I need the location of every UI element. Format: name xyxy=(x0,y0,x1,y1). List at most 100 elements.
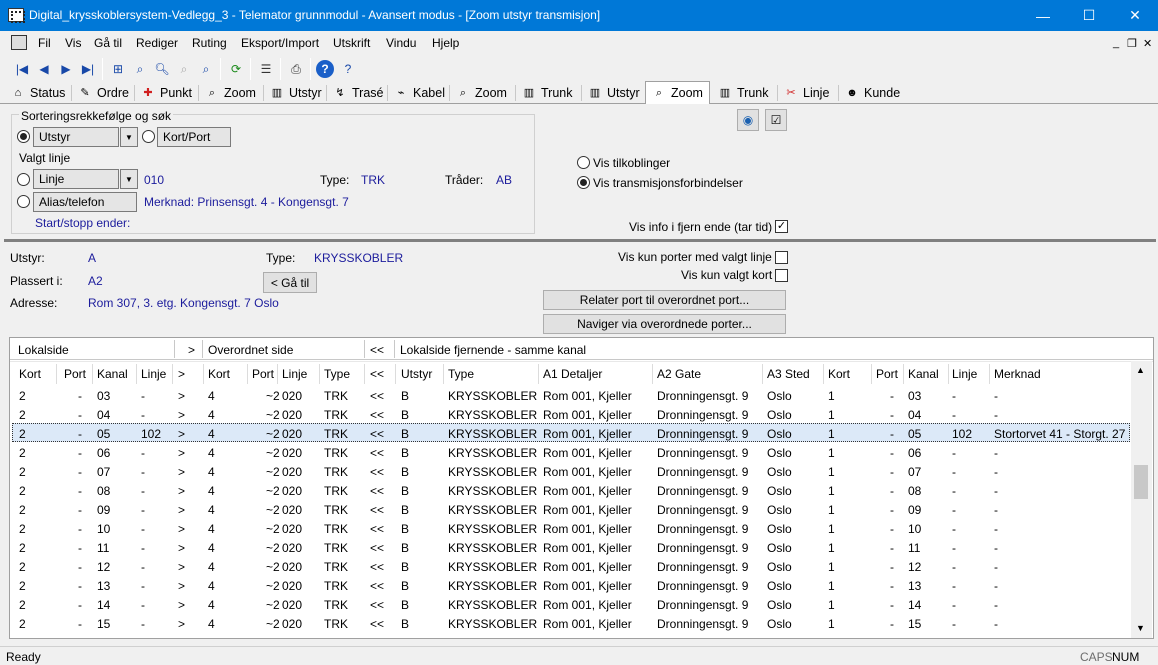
column-divider[interactable] xyxy=(823,364,824,384)
column-divider[interactable] xyxy=(172,364,173,384)
scroll-down-icon[interactable]: ▼ xyxy=(1136,623,1145,633)
column-header-a1-detaljer[interactable]: A1 Detaljer xyxy=(543,367,602,381)
goto-button[interactable]: < Gå til xyxy=(263,272,317,293)
column-divider[interactable] xyxy=(364,364,365,384)
column-divider[interactable] xyxy=(989,364,990,384)
radio-vis-transmisjon[interactable] xyxy=(577,176,590,189)
mdi-restore-button[interactable]: ❐ xyxy=(1127,37,1137,50)
column-header-ov-port[interactable]: Port xyxy=(252,367,274,381)
column-divider[interactable] xyxy=(948,364,949,384)
radio-utstyr[interactable] xyxy=(17,130,30,143)
close-button[interactable]: ✕ xyxy=(1112,0,1158,31)
column-divider[interactable] xyxy=(319,364,320,384)
column-header-arrow[interactable]: > xyxy=(178,367,185,381)
chevron-down-icon[interactable]: ▼ xyxy=(120,127,138,147)
vis-kun-kort-checkbox[interactable] xyxy=(775,269,788,282)
column-header-fj-port[interactable]: Port xyxy=(876,367,898,381)
tab-punkt[interactable]: ✚ Punkt xyxy=(141,83,192,103)
column-divider[interactable] xyxy=(92,364,93,384)
menu-eksport-import[interactable]: Eksport/Import xyxy=(241,36,319,50)
mdi-close-button[interactable]: ✕ xyxy=(1143,37,1152,50)
tab-zoom-3-active[interactable]: ⌕ Zoom xyxy=(645,81,710,104)
tab-trunk-1[interactable]: ▥ Trunk xyxy=(522,83,573,103)
utstyr-combo[interactable]: Utstyr xyxy=(33,127,119,147)
alias-field[interactable]: Alias/telefon xyxy=(33,192,137,212)
scroll-up-icon[interactable]: ▲ xyxy=(1136,365,1145,375)
column-header-port[interactable]: Port xyxy=(64,367,86,381)
menu-fil[interactable]: Fil xyxy=(38,36,51,50)
column-header-a2-gate[interactable]: A2 Gate xyxy=(657,367,701,381)
search-icon[interactable]: 🔍︎ xyxy=(152,59,172,79)
vis-info-checkbox[interactable]: ✓ xyxy=(775,220,788,233)
help-icon[interactable]: ? xyxy=(316,60,334,78)
column-divider[interactable] xyxy=(652,364,653,384)
vis-kun-porter-checkbox[interactable] xyxy=(775,251,788,264)
tab-status[interactable]: ⌂ Status xyxy=(11,83,66,103)
tree-icon[interactable]: ⊞ xyxy=(108,59,128,79)
tab-zoom-2[interactable]: ⌕ Zoom xyxy=(456,83,507,103)
column-header-ov-type[interactable]: Type xyxy=(324,367,350,381)
naviger-button[interactable]: Naviger via overordnede porter... xyxy=(543,314,786,334)
column-divider[interactable] xyxy=(903,364,904,384)
column-header-kort[interactable]: Kort xyxy=(19,367,41,381)
column-header-fj-linje[interactable]: Linje xyxy=(952,367,977,381)
column-header-type[interactable]: Type xyxy=(448,367,474,381)
radio-linje[interactable] xyxy=(17,173,30,186)
column-header-kanal[interactable]: Kanal xyxy=(97,367,128,381)
zoom-icon[interactable]: ⌕ xyxy=(130,59,150,79)
column-header-back[interactable]: << xyxy=(370,367,384,381)
context-help-icon[interactable]: ? xyxy=(338,59,358,79)
column-divider[interactable] xyxy=(762,364,763,384)
menu-utskrift[interactable]: Utskrift xyxy=(333,36,370,50)
first-icon[interactable]: |◀ xyxy=(12,59,32,79)
tab-kabel[interactable]: ⌁ Kabel xyxy=(394,83,445,103)
print-icon[interactable]: ⎙ xyxy=(286,59,306,79)
minimize-button[interactable]: — xyxy=(1020,0,1066,31)
column-header-linje[interactable]: Linje xyxy=(141,367,166,381)
tab-utstyr-1[interactable]: ▥ Utstyr xyxy=(270,83,322,103)
column-divider[interactable] xyxy=(443,364,444,384)
column-divider[interactable] xyxy=(871,364,872,384)
column-header-fj-kort[interactable]: Kort xyxy=(828,367,850,381)
column-header-merknad[interactable]: Merknad xyxy=(994,367,1041,381)
column-header-utstyr[interactable]: Utstyr xyxy=(401,367,432,381)
menu-ruting[interactable]: Ruting xyxy=(192,36,227,50)
chevron-down-icon[interactable]: ▼ xyxy=(120,169,138,189)
refresh-icon[interactable]: ⟳ xyxy=(226,59,246,79)
column-divider[interactable] xyxy=(395,364,396,384)
column-header-ov-linje[interactable]: Linje xyxy=(282,367,307,381)
globe-icon[interactable]: ◉ xyxy=(737,109,759,131)
tab-trase[interactable]: ↯ Trasé xyxy=(333,83,383,103)
menu-rediger[interactable]: Rediger xyxy=(136,36,178,50)
kort-port-field[interactable]: Kort/Port xyxy=(157,127,231,147)
column-divider[interactable] xyxy=(538,364,539,384)
tab-kunde[interactable]: ☻ Kunde xyxy=(845,83,900,103)
tab-linje[interactable]: ✂ Linje xyxy=(784,83,829,103)
menu-ga-til[interactable]: Gå til xyxy=(94,36,122,50)
column-divider[interactable] xyxy=(136,364,137,384)
menu-vindu[interactable]: Vindu xyxy=(386,36,416,50)
menu-hjelp[interactable]: Hjelp xyxy=(432,36,459,50)
maximize-button[interactable]: ☐ xyxy=(1066,0,1112,31)
next-icon[interactable]: ▶ xyxy=(56,59,76,79)
column-header-a3-sted[interactable]: A3 Sted xyxy=(767,367,810,381)
radio-vis-tilkoblinger[interactable] xyxy=(577,156,590,169)
vertical-scrollbar[interactable]: ▲ ▼ xyxy=(1131,361,1152,638)
column-divider[interactable] xyxy=(203,364,204,384)
column-header-ov-kort[interactable]: Kort xyxy=(208,367,230,381)
prev-icon[interactable]: ◀ xyxy=(34,59,54,79)
vis-tilkoblinger-label[interactable]: Vis tilkoblinger xyxy=(593,156,670,170)
menu-vis[interactable]: Vis xyxy=(65,36,81,50)
linje-combo[interactable]: Linje xyxy=(33,169,119,189)
column-divider[interactable] xyxy=(247,364,248,384)
splitter[interactable] xyxy=(4,239,1156,242)
last-icon[interactable]: ▶| xyxy=(78,59,98,79)
mdi-doc-icon[interactable] xyxy=(11,35,27,50)
vis-transmisjon-label[interactable]: Vis transmisjonsforbindelser xyxy=(593,176,743,190)
tab-zoom-1[interactable]: ⌕ Zoom xyxy=(205,83,256,103)
radio-kort-port[interactable] xyxy=(142,130,155,143)
tab-ordre[interactable]: ✎ Ordre xyxy=(78,83,129,103)
find-icon[interactable]: ⌕ xyxy=(196,59,216,79)
scroll-thumb[interactable] xyxy=(1134,465,1148,499)
column-divider[interactable] xyxy=(56,364,57,384)
